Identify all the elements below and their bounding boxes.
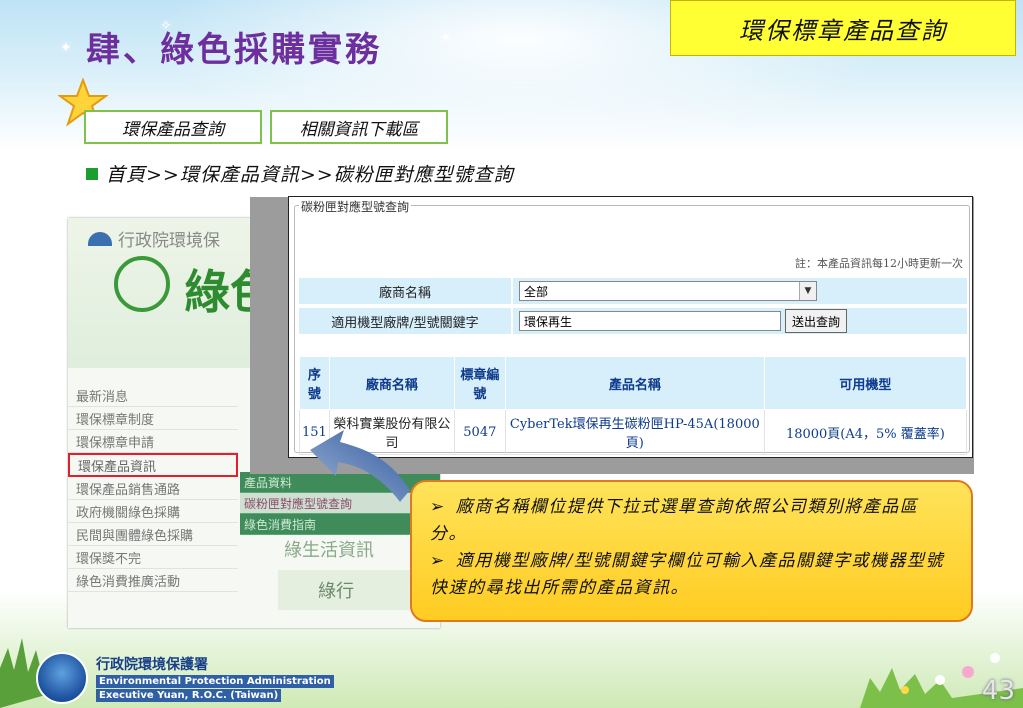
vendor-select-value: 全部 bbox=[524, 284, 549, 299]
square-bullet-icon bbox=[86, 167, 98, 180]
site-menu-item[interactable]: 環保獎不完 bbox=[68, 546, 238, 569]
tab-eco-product-search[interactable]: 環保產品查詢 bbox=[84, 110, 262, 144]
site-menu-item[interactable]: 環保標章申請 bbox=[68, 430, 238, 453]
footer-org: 行政院環境保護署 Environmental Protection Admini… bbox=[96, 654, 334, 702]
tab-related-downloads[interactable]: 相關資訊下載區 bbox=[270, 110, 448, 144]
site-menu-item[interactable]: 環保產品銷售通路 bbox=[68, 477, 238, 500]
callout-line-2: ➢ 適用機型廠牌/型號關鍵字欄位可輸入產品關鍵字或機器型號快速的尋找出所需的產品資… bbox=[430, 548, 953, 602]
footer-org-en-1: Environmental Protection Administration bbox=[96, 675, 334, 688]
keyword-label: 適用機型廠牌/型號關鍵字 bbox=[299, 308, 511, 334]
column-header: 產品名稱 bbox=[504, 356, 765, 410]
footer-org-zh: 行政院環境保護署 bbox=[96, 657, 208, 673]
footer-org-en-2: Executive Yuan, R.O.C. (Taiwan) bbox=[96, 689, 282, 702]
column-header: 序號 bbox=[299, 356, 330, 410]
cell-models: 18000頁(A4，5% 覆蓋率) bbox=[763, 409, 968, 455]
site-menu-item[interactable]: 最新消息 bbox=[68, 384, 238, 407]
breadcrumb-text: 首頁>>環保產品資訊>>碳粉匣對應型號查詢 bbox=[106, 164, 514, 186]
table-header-row: 序號 廠商名稱 標章編號 產品名稱 可用機型 bbox=[299, 356, 968, 410]
leaf-logo-icon bbox=[114, 256, 170, 312]
vendor-label: 廠商名稱 bbox=[299, 278, 511, 304]
chevron-down-icon[interactable]: ▼ bbox=[799, 282, 816, 300]
update-note: 註：本產品資訊每12小時更新一次 bbox=[795, 257, 963, 270]
site-mid-text: 綠生活資訊 bbox=[284, 540, 374, 561]
query-form-panel: 碳粉匣對應型號查詢 註：本產品資訊每12小時更新一次 廠商名稱 全部 ▼ 適用機… bbox=[288, 196, 973, 458]
page-number: 43 bbox=[981, 676, 1015, 706]
keyword-row: 適用機型廠牌/型號關鍵字 送出查詢 bbox=[299, 308, 967, 334]
vendor-select[interactable]: 全部 ▼ bbox=[519, 281, 817, 301]
vendor-value-cell: 全部 ▼ bbox=[513, 278, 967, 304]
breadcrumb: 首頁>>環保產品資訊>>碳粉匣對應型號查詢 bbox=[86, 160, 514, 187]
agency-logo-icon bbox=[88, 231, 112, 246]
submit-query-button[interactable]: 送出查詢 bbox=[785, 309, 848, 333]
column-header: 廠商名稱 bbox=[328, 356, 455, 410]
site-menu-item-highlighted[interactable]: 環保產品資訊 bbox=[68, 453, 238, 477]
arrow-bullet-icon: ➢ bbox=[430, 551, 446, 571]
slide-title: 肆、綠色採購實務 bbox=[86, 30, 382, 70]
site-menu-item[interactable]: 綠色消費推廣活動 bbox=[68, 569, 238, 592]
vendor-row: 廠商名稱 全部 ▼ bbox=[299, 278, 967, 304]
keyword-input[interactable] bbox=[519, 311, 781, 331]
callout-box: ➢ 廠商名稱欄位提供下拉式選單查詢依照公司類別將產品區分。 ➢ 適用機型廠牌/型號關… bbox=[410, 480, 973, 622]
keyword-value-cell: 送出查詢 bbox=[513, 308, 967, 334]
column-header: 標章編號 bbox=[453, 356, 506, 410]
site-menu: 最新消息 環保標章制度 環保標章申請 環保產品資訊 環保產品銷售通路 政府機關綠… bbox=[68, 384, 238, 592]
cell-label-no: 5047 bbox=[453, 409, 506, 455]
callout-text-1: 廠商名稱欄位提供下拉式選單查詢依照公司類別將產品區分。 bbox=[430, 497, 919, 544]
site-menu-item[interactable]: 民間與團體綠色採購 bbox=[68, 523, 238, 546]
column-header: 可用機型 bbox=[763, 356, 968, 410]
query-fieldset: 碳粉匣對應型號查詢 註：本產品資訊每12小時更新一次 廠商名稱 全部 ▼ 適用機… bbox=[294, 198, 970, 455]
site-menu-item[interactable]: 環保標章制度 bbox=[68, 407, 238, 430]
sparkle-icon: ✦ bbox=[60, 40, 72, 56]
callout-line-1: ➢ 廠商名稱欄位提供下拉式選單查詢依照公司類別將產品區分。 bbox=[430, 494, 953, 548]
site-agency-text: 行政院環境保 bbox=[118, 231, 220, 251]
callout-text-2: 適用機型廠牌/型號關鍵字欄位可輸入產品關鍵字或機器型號快速的尋找出所需的產品資訊… bbox=[430, 551, 944, 598]
sparkle-icon: ✦ bbox=[440, 30, 452, 46]
epa-logo-icon bbox=[36, 652, 88, 704]
header-box-title: 環保標章產品查詢 bbox=[670, 0, 1016, 56]
fieldset-legend: 碳粉匣對應型號查詢 bbox=[299, 198, 412, 215]
site-menu-item[interactable]: 政府機關綠色採購 bbox=[68, 500, 238, 523]
arrow-bullet-icon: ➢ bbox=[430, 497, 446, 517]
site-agency: 行政院環境保 bbox=[88, 226, 220, 251]
cell-product[interactable]: CyberTek環保再生碳粉匣HP-45A(18000頁) bbox=[504, 409, 765, 455]
